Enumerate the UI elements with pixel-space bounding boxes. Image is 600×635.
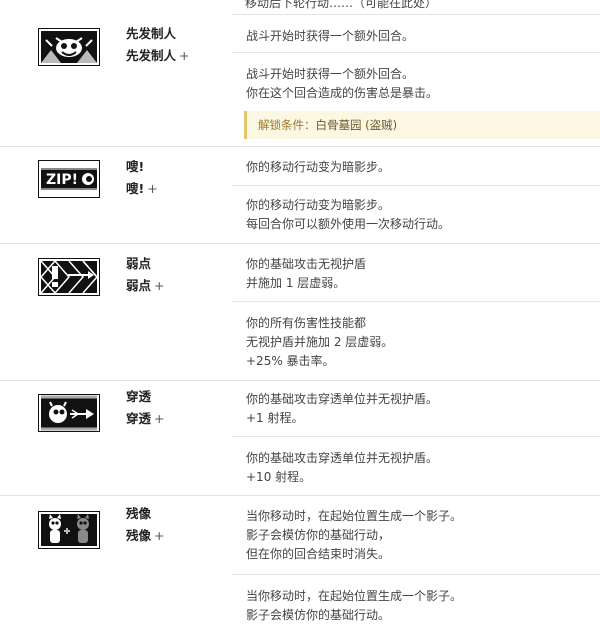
- ambush-icon: [38, 28, 100, 66]
- skill-description: 当你移动时，在起始位置生成一个影子。 影子会模仿你的基础行动， 但在你的回合结束…: [246, 509, 463, 561]
- skill-description-upgraded: 你的基础攻击穿透单位并无视护盾。 +10 射程。: [232, 436, 600, 496]
- skill-name-upgraded: 先发制人 +: [126, 48, 190, 63]
- skill-name-upgraded: 残像 +: [126, 528, 165, 543]
- skill-name-upgraded: 嗖! +: [126, 181, 158, 196]
- pierce-icon: [38, 394, 100, 432]
- unlock-condition: 解锁条件：白骨墓园 (盗贼): [244, 111, 600, 139]
- skill-description-upgraded: 当你移动时，在起始位置生成一个影子。 影子会模仿你的基础行动。: [232, 574, 600, 635]
- svg-text:ZIP!: ZIP!: [46, 172, 78, 188]
- skill-name: 弱点: [126, 256, 152, 271]
- skill-row-pierce: 穿透 穿透 + 你的基础攻击穿透单位并无视护盾。 +1 射程。 你的基础攻击穿透单…: [0, 382, 600, 496]
- afterimage-icon: [38, 511, 100, 549]
- zip-icon: ZIP!: [38, 160, 100, 198]
- skill-row-ambush: 先发制人 先发制人 + 战斗开始时获得一个额外回合。 战斗开始时获得一个额外回合。…: [0, 15, 600, 147]
- skill-row-zip: ZIP! 嗖! 嗖! + 你的移动行动变为暗影步。 你的移动行动变为暗影步。 每回…: [0, 148, 600, 244]
- weakspot-icon: [38, 258, 100, 296]
- skill-name: 穿透: [126, 389, 152, 404]
- skill-name-upgraded: 弱点 +: [126, 278, 165, 293]
- skill-name: 先发制人: [126, 26, 177, 41]
- skill-name: 残像: [126, 506, 152, 521]
- skill-description: 战斗开始时获得一个额外回合。: [246, 29, 415, 43]
- skill-name: 嗖!: [126, 159, 145, 174]
- skill-name-upgraded: 穿透 +: [126, 411, 165, 426]
- skill-row-weakspot: 弱点 弱点 + 你的基础攻击无视护盾 并施加 1 层虚弱。 你的所有伤害性技能都 …: [0, 245, 600, 381]
- skill-description-upgraded: 战斗开始时获得一个额外回合。 你在这个回合造成的伤害总是暴击。: [232, 52, 600, 110]
- skill-description: 你的基础攻击穿透单位并无视护盾。 +1 射程。: [246, 392, 439, 425]
- skill-description-upgraded: 你的移动行动变为暗影步。 每回合你可以额外使用一次移动行动。: [232, 185, 600, 243]
- truncated-text: 移动后下轮行动……（可能在此处）: [245, 0, 438, 10]
- skill-description-upgraded: 你的所有伤害性技能都 无视护盾并施加 2 层虚弱。 +25% 暴击率。: [232, 301, 600, 381]
- skill-description: 你的基础攻击无视护盾 并施加 1 层虚弱。: [246, 257, 367, 290]
- skill-description: 你的移动行动变为暗影步。: [246, 160, 391, 174]
- skill-row-afterimage: 残像 残像 + 当你移动时，在起始位置生成一个影子。 影子会模仿你的基础行动， 但…: [0, 497, 600, 635]
